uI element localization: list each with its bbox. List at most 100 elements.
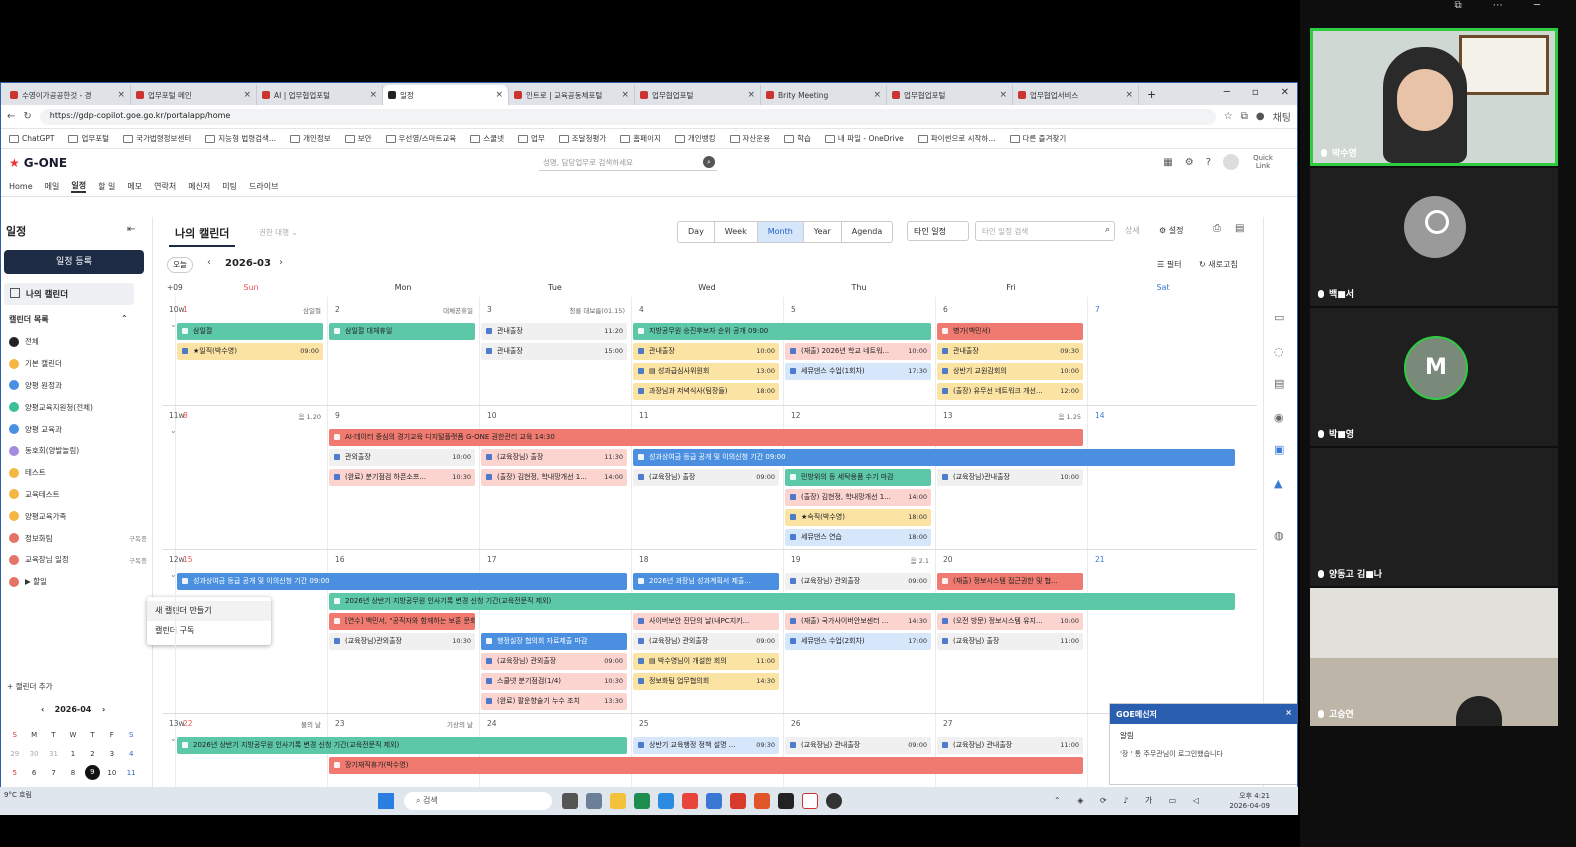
close-icon[interactable]: ×: [1285, 708, 1292, 717]
day-number[interactable]: 5: [791, 305, 796, 314]
calendar-event[interactable]: 병가(백민서): [937, 323, 1083, 340]
other-calendar-select[interactable]: 타인 일정: [907, 221, 969, 241]
messenger-toast[interactable]: GOE메신저 × 알림 '장 ' 통 주무관님이 로그인했습니다: [1109, 703, 1297, 785]
calendar-event[interactable]: 과장님과 저녁식사(팀장들) 18:00: [633, 383, 779, 400]
word-icon[interactable]: [706, 793, 722, 809]
system-tray[interactable]: ⌃ ◈ ⟳ ♪ 가 ▭ ◁: [1054, 795, 1206, 806]
global-search-input[interactable]: 성명, 담당업무로 검색하세요 ⌕: [539, 154, 717, 171]
mini-day[interactable]: 8: [63, 763, 82, 782]
page-title[interactable]: 나의 캘린더: [168, 225, 236, 247]
day-number[interactable]: 6: [943, 305, 948, 314]
calendar-color-dot[interactable]: [9, 358, 19, 369]
calendar-color-dot[interactable]: [9, 489, 19, 500]
taskbar-search[interactable]: ⌕ 검색: [404, 792, 552, 810]
participant-tile-2[interactable]: 백■서: [1310, 168, 1558, 306]
close-icon[interactable]: ×: [873, 90, 881, 100]
day-number[interactable]: 10: [487, 411, 497, 420]
next-month-icon[interactable]: ›: [279, 257, 283, 268]
day-number[interactable]: 11: [639, 411, 649, 420]
calendar-event[interactable]: (출장) 김현정, 학내망개선 1... 14:00: [481, 469, 627, 486]
mini-day[interactable]: 29: [5, 744, 24, 763]
menu-item[interactable]: 연락처: [154, 181, 176, 192]
participant-tile-5[interactable]: 고승연: [1310, 588, 1558, 726]
close-icon[interactable]: ✕: [1281, 87, 1289, 98]
browser-tab[interactable]: Brity Meeting ×: [761, 85, 887, 105]
day-number[interactable]: 4: [639, 305, 644, 314]
calendar-color-dot[interactable]: [9, 402, 19, 413]
day-number[interactable]: 22: [183, 719, 193, 728]
search-icon[interactable]: ⌕: [703, 156, 715, 168]
calendar-list-item[interactable]: 양평 원정과: [9, 375, 147, 397]
close-icon[interactable]: ×: [621, 90, 629, 100]
day-number[interactable]: 3: [487, 305, 492, 314]
calendar-list-header[interactable]: 캘린더 목록 ⌃: [9, 314, 128, 325]
day-number[interactable]: 8: [183, 411, 188, 420]
calendar-event[interactable]: 관내출장 11:20: [481, 323, 627, 340]
menu-item[interactable]: 일정: [71, 180, 87, 193]
calendar-color-dot[interactable]: [9, 533, 19, 544]
day-number[interactable]: 1: [183, 305, 188, 314]
bookmark-item[interactable]: 조달청평가: [559, 133, 607, 144]
day-number[interactable]: 20: [943, 555, 953, 564]
calendar-event[interactable]: 2026년 과장님 성과계획서 제출...: [633, 573, 779, 590]
day-number[interactable]: 25: [639, 719, 649, 728]
mini-day[interactable]: 5: [5, 763, 24, 782]
calendar-event[interactable]: (오전 방문) 정보시스템 유지... 10:00: [937, 613, 1083, 630]
calendar-color-dot[interactable]: [9, 380, 19, 391]
close-icon[interactable]: ×: [369, 90, 377, 100]
view-agenda-button[interactable]: Agenda: [841, 222, 893, 242]
mini-day[interactable]: 2: [83, 744, 102, 763]
calendar-event[interactable]: 지방공무원 승진후보자 순위 공개 09:00: [633, 323, 931, 340]
app-circle-icon[interactable]: [826, 793, 842, 809]
bookmark-item[interactable]: 지능형 법령검색...: [205, 133, 276, 144]
refresh-button[interactable]: ↻ 새로고침: [1199, 259, 1238, 270]
calendar-color-dot[interactable]: [9, 576, 19, 587]
bookmark-item[interactable]: 국가법령정보센터: [123, 133, 191, 144]
mini-day[interactable]: 6: [24, 763, 43, 782]
settings-button[interactable]: ⚙ 설정: [1159, 225, 1183, 236]
calendar-event[interactable]: [연수] 백민서, "공직자와 함께하는 보훈 문화 여행", 재택연수: [329, 613, 475, 630]
minimize-icon[interactable]: ─: [1224, 87, 1230, 98]
my-calendar-item[interactable]: 나의 캘린더: [4, 283, 134, 305]
calendar-event[interactable]: 성과상여금 등급 공개 및 이의신청 기간 09:00: [177, 573, 627, 590]
org-chart-icon[interactable]: ▦: [1163, 157, 1172, 168]
calendar-event[interactable]: (교육장님) 관외출장 09:00: [481, 653, 627, 670]
chevron-right-icon[interactable]: ›: [102, 705, 105, 714]
task-view-icon[interactable]: [562, 793, 578, 809]
day-number[interactable]: 21: [1095, 555, 1105, 564]
calendar-event[interactable]: 2026년 상반기 지방공무원 인사기록 변경 신청 기간(교육전문직 제외): [177, 737, 627, 754]
calendar-event[interactable]: (교육장님) 출장 11:30: [481, 449, 627, 466]
search-icon[interactable]: ⌕: [1105, 225, 1110, 235]
bookmark-item[interactable]: 스쿨넷: [470, 133, 504, 144]
calendar-event[interactable]: (교육장님) 관외출장 09:00: [633, 633, 779, 650]
edge-icon[interactable]: [658, 793, 674, 809]
quick-link-button[interactable]: Quick Link: [1251, 154, 1275, 170]
gear-icon[interactable]: ⚙: [1185, 157, 1194, 168]
bookmark-item[interactable]: 개인정보: [290, 133, 331, 144]
calendar-event[interactable]: 삼일절: [177, 323, 323, 340]
calendar-event[interactable]: (완료) 분기점검 하픈소프... 10:30: [329, 469, 475, 486]
mini-day[interactable]: 4: [122, 744, 141, 763]
menu-item[interactable]: 미팅: [222, 181, 237, 192]
browser-tab[interactable]: 업무포털 메인 ×: [131, 85, 257, 105]
day-number[interactable]: 16: [335, 555, 345, 564]
browser-tab[interactable]: 수영이가공공한것 - 경 ×: [5, 85, 131, 105]
mini-day[interactable]: 31: [44, 744, 63, 763]
calendar-event[interactable]: ▤ 박수영님이 개설한 회의 11:00: [633, 653, 779, 670]
help-icon[interactable]: ?: [1206, 157, 1211, 168]
view-week-button[interactable]: Week: [714, 222, 758, 242]
menu-item[interactable]: 메신저: [188, 181, 210, 192]
profile-icon[interactable]: ●: [1256, 111, 1265, 122]
participant-tile-4[interactable]: 양동고 김■나: [1310, 448, 1558, 586]
powerpoint-icon[interactable]: [754, 793, 770, 809]
memo-icon[interactable]: ▤: [1274, 377, 1284, 390]
calendar-event[interactable]: (재출) 정보시스템 접근권한 및 협...: [937, 573, 1083, 590]
bookmark-item[interactable]: 다른 즐겨찾기: [1010, 133, 1067, 144]
print-icon[interactable]: ⎙: [1213, 223, 1221, 234]
bookmark-item[interactable]: ChatGPT: [9, 134, 54, 143]
calendar-list-item[interactable]: ▶ 할일: [9, 571, 147, 593]
view-month-button[interactable]: Month: [757, 222, 804, 242]
browser-tab[interactable]: AI | 업무협업포털 ×: [257, 85, 383, 105]
file-explorer-icon[interactable]: [610, 793, 626, 809]
bookmark-item[interactable]: 업무포털: [68, 133, 109, 144]
